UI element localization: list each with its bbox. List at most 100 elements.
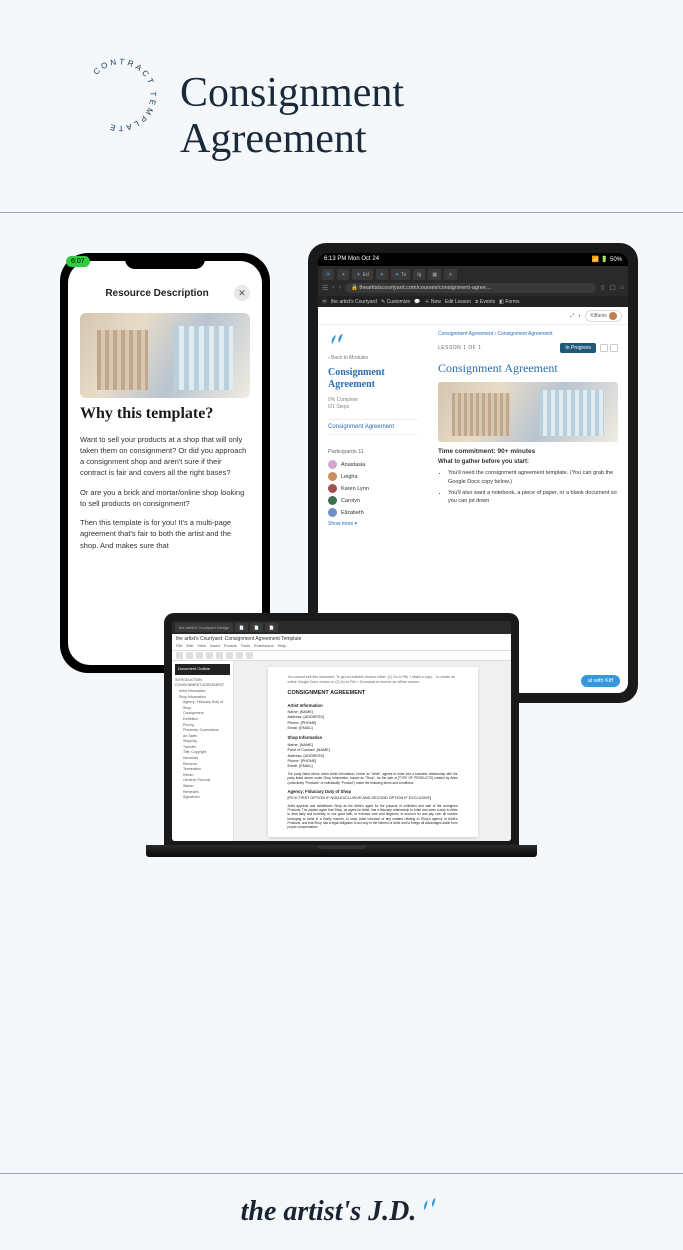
browser-tab[interactable]: ✦ Ed <box>352 269 372 280</box>
participant-name: Elizabeth <box>341 510 364 516</box>
form-field: Phone: [PHONE] <box>288 759 458 764</box>
browser-tab[interactable]: ✦ <box>376 269 388 280</box>
form-field: Name: [NAME] <box>288 710 458 715</box>
outline-item[interactable]: Agency; Fiduciary Duty of Shop <box>175 700 230 711</box>
participant-row[interactable]: Carolyn <box>328 496 418 505</box>
contrast-icon[interactable]: ◐ <box>578 313 581 319</box>
events-link[interactable]: ⧖ Events <box>475 299 495 305</box>
browser-tab[interactable]: ✦ Te <box>391 269 410 280</box>
participant-row[interactable]: Anastasia <box>328 460 418 469</box>
new-link[interactable]: ＋ New <box>424 298 440 305</box>
menu-item[interactable]: File <box>176 643 182 648</box>
menu-item[interactable]: Help <box>278 643 286 648</box>
close-icon[interactable]: ✕ <box>234 285 250 301</box>
phone-paragraph: Then this template is for you! It's a mu… <box>80 517 250 551</box>
lesson-hero-image <box>438 382 618 442</box>
doc-main-title: CONSIGNMENT AGREEMENT <box>288 690 458 697</box>
toolbar-button[interactable] <box>246 652 253 659</box>
participant-name: Karen Lynn <box>341 486 369 492</box>
customize-link[interactable]: ✎ Customize <box>381 299 410 305</box>
new-tab-button[interactable]: ＋ <box>444 269 457 280</box>
participant-row[interactable]: Elizabeth <box>328 508 418 517</box>
form-field: Point of Contact: [NAME] <box>288 748 458 753</box>
outline-item[interactable]: Signatures <box>175 795 230 801</box>
browser-tab[interactable]: lg <box>413 269 425 280</box>
module-link[interactable]: Consignment Agreement <box>328 419 418 435</box>
phone-modal-title: Resource Description <box>80 288 234 299</box>
browser-tab[interactable]: ⟳ <box>322 269 334 280</box>
toolbar-button[interactable] <box>216 652 223 659</box>
menu-item[interactable]: Insert <box>210 643 220 648</box>
document-outline: Document Outline INTRODUCTIONCONSIGNMENT… <box>172 661 234 841</box>
tablet-status-bar: 6:13 PM Mon Oct 24 📶 🔋 50% <box>318 253 628 266</box>
next-lesson-button[interactable] <box>610 344 618 352</box>
browser-tab[interactable]: the artist's Courtyard Design <box>175 623 233 632</box>
laptop-mockup: the artist's Courtyard Design 📄 📄 📄 the … <box>164 613 519 857</box>
menu-item[interactable]: Extensions <box>254 643 274 648</box>
user-menu[interactable]: Kiffanie <box>585 310 622 322</box>
browser-tab[interactable]: ✦ <box>337 269 349 280</box>
brand-logo: the artist's J.D. <box>241 1196 443 1228</box>
edit-lesson-link[interactable]: Edit Lesson <box>445 299 471 305</box>
form-field: Phone: [PHONE] <box>288 721 458 726</box>
bookmark-icon[interactable]: ☐ <box>609 284 615 292</box>
laptop-screen: the artist's Courtyard Design 📄 📄 📄 the … <box>172 621 511 841</box>
participants-header: Participants 11 <box>328 445 418 455</box>
gdocs-toolbar <box>172 651 511 661</box>
avatar <box>328 496 337 505</box>
body-paragraph: The party listed above under Artist Info… <box>288 772 458 784</box>
lesson-counter: LESSON 1 OF 1 <box>438 345 481 351</box>
browser-tab[interactable]: ▦ <box>428 269 441 280</box>
edit-note: You cannot edit this document. To get an… <box>288 675 458 684</box>
tablet-top-controls: ⤢ ◐ Kiffanie <box>318 307 628 325</box>
participant-row[interactable]: Karen Lynn <box>328 484 418 493</box>
avatar <box>328 460 337 469</box>
avatar <box>328 484 337 493</box>
menu-item[interactable]: Format <box>224 643 237 648</box>
prev-lesson-button[interactable] <box>600 344 608 352</box>
wp-admin-bar: ⓦ the artist's Courtyard ✎ Customize 💬 ＋… <box>318 296 628 307</box>
url-bar[interactable]: 🔒 theartistscourtyard.com/courses/consig… <box>345 283 596 293</box>
phone-notch <box>125 253 205 269</box>
browser-tab[interactable]: 📄 <box>235 623 248 632</box>
toolbar-button[interactable] <box>186 652 193 659</box>
menu-item[interactable]: Edit <box>186 643 193 648</box>
back-icon[interactable]: ‹ <box>332 284 334 292</box>
comments-icon[interactable]: 💬 <box>414 299 420 305</box>
forward-icon[interactable]: › <box>339 284 341 292</box>
brand-logo-icon[interactable] <box>328 331 348 347</box>
form-field: Address: [ADDRESS] <box>288 715 458 720</box>
participant-row[interactable]: Leigha <box>328 472 418 481</box>
form-field: Address: [ADDRESS] <box>288 754 458 759</box>
browser-tab[interactable]: 📄 <box>265 623 278 632</box>
menu-item[interactable]: View <box>197 643 206 648</box>
chat-widget[interactable]: at with Kiff <box>581 675 620 687</box>
svg-text:CONTRACT TEMPLATE: CONTRACT TEMPLATE <box>92 57 158 132</box>
lesson-title: Consignment Agreement <box>438 361 618 376</box>
outline-header: Document Outline <box>175 664 230 674</box>
hamburger-icon[interactable]: ☰ <box>322 284 328 292</box>
forms-link[interactable]: ◧ Forms <box>499 299 519 305</box>
show-more-link[interactable]: Show more ▾ <box>328 521 418 527</box>
toolbar-button[interactable] <box>236 652 243 659</box>
wp-logo-icon[interactable]: ⓦ <box>322 298 327 305</box>
breadcrumb[interactable]: Consignment Agreement › Consignment Agre… <box>438 331 618 337</box>
toolbar-button[interactable] <box>226 652 233 659</box>
document-title[interactable]: the artist's Courtyard: Consignment Agre… <box>176 636 507 642</box>
site-link[interactable]: the artist's Courtyard <box>331 299 377 305</box>
phone-mockup: 6:07 Resource Description ✕ Why this tem… <box>60 253 270 673</box>
list-item: You'll need the consignment agreement te… <box>448 469 618 486</box>
toolbar-button[interactable] <box>206 652 213 659</box>
phone-hero-image <box>80 313 250 398</box>
back-to-modules-link[interactable]: ‹ Back to Modules <box>328 355 418 361</box>
toolbar-button[interactable] <box>176 652 183 659</box>
toolbar-button[interactable] <box>196 652 203 659</box>
expand-icon[interactable]: ⤢ <box>570 313 574 319</box>
menu-item[interactable]: Tools <box>241 643 250 648</box>
progress-meta: 0% Complete 0/1 Steps <box>328 397 418 411</box>
home-icon[interactable]: ⌂ <box>620 284 624 292</box>
phone-paragraph: Want to sell your products at a shop tha… <box>80 434 250 479</box>
phone-time-pill: 6:07 <box>66 256 90 267</box>
share-icon[interactable]: ⇧ <box>600 284 606 292</box>
browser-tab[interactable]: 📄 <box>250 623 263 632</box>
